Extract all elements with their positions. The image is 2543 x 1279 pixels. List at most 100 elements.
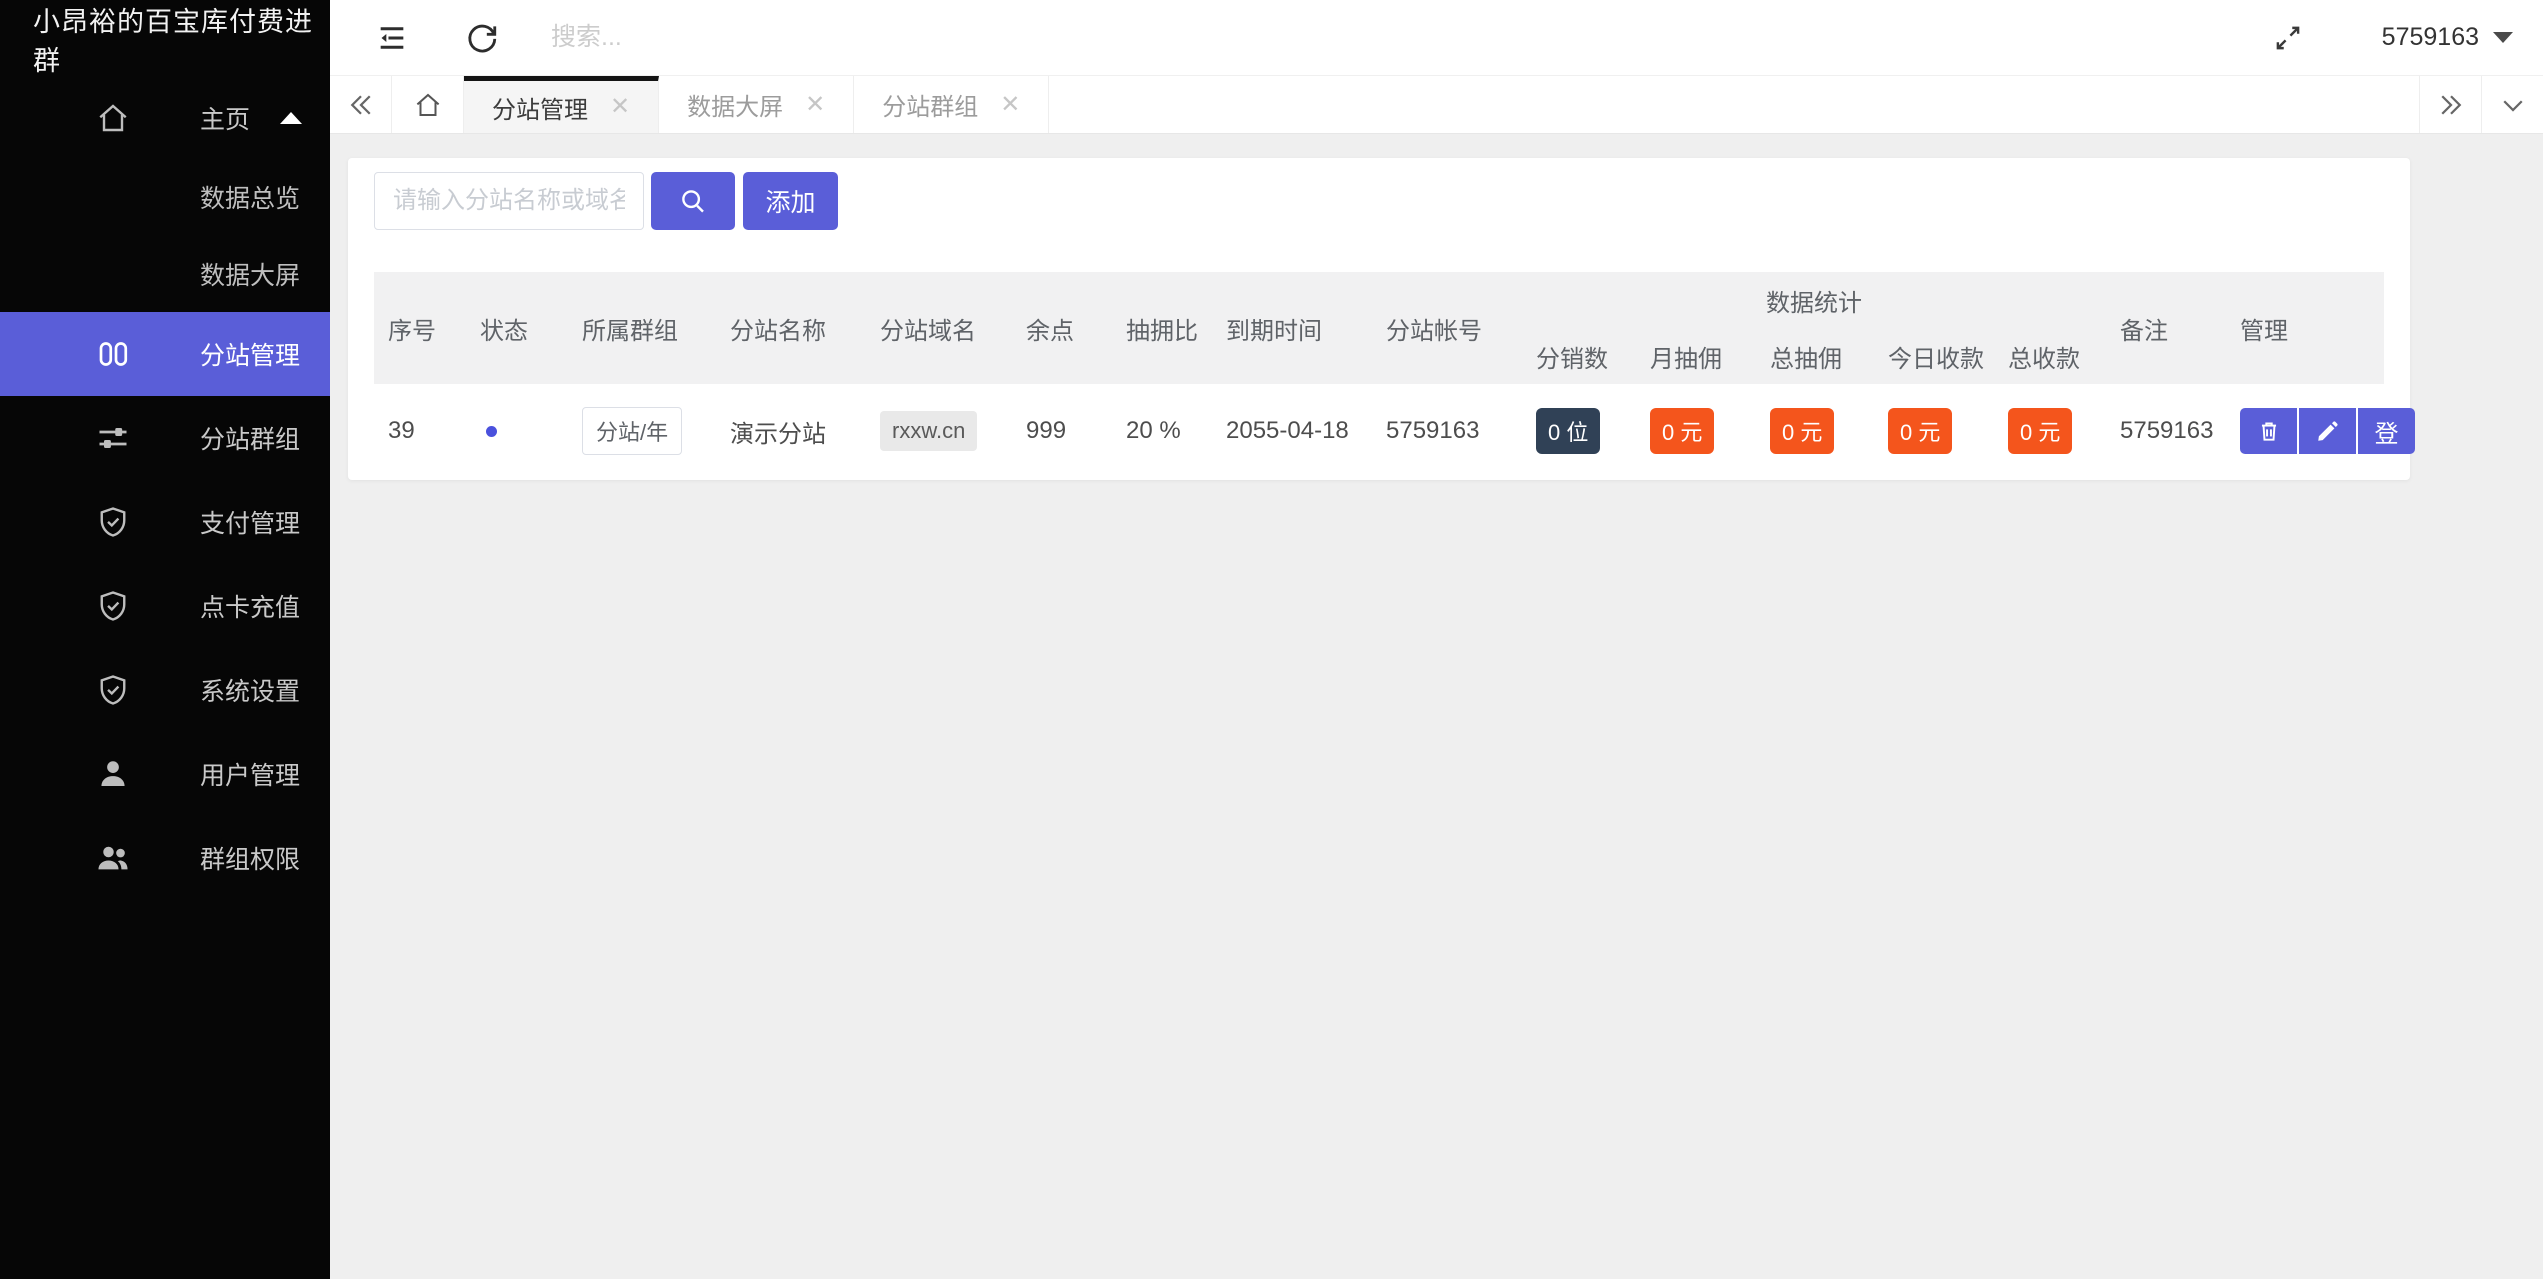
close-icon[interactable]: ✕ [1000, 92, 1020, 117]
pencil-icon [2317, 421, 2338, 441]
refresh-icon[interactable] [465, 21, 499, 55]
tab-site-management[interactable]: 分站管理 ✕ [464, 76, 660, 133]
month-commission-badge: 0 元 [1650, 408, 1715, 454]
sidebar-item-data-screen[interactable]: 数据大屏 [0, 235, 330, 312]
cell-group: 分站/年 [568, 384, 716, 478]
edit-button[interactable] [2299, 408, 2356, 454]
user-menu[interactable]: 5759163 [2382, 23, 2513, 52]
sidebar-item-label: 用户管理 [200, 762, 301, 790]
domain-tag: rxxw.cn [880, 411, 978, 451]
site-list-card: 添加 序号 状态 所属群组 分站名称 分站域名 余点 抽拥比 到期时间 分站帐号… [348, 158, 2415, 480]
col-header-today-income: 今日收款 [1888, 345, 1984, 373]
cell-account: 5759163 [1386, 417, 1480, 444]
total-income-badge: 0 元 [2008, 408, 2073, 454]
col-header-ratio: 抽拥比 [1126, 317, 1198, 345]
cell-points: 999 [1026, 417, 1067, 444]
cell-expire: 2055-04-18 [1226, 417, 1349, 444]
tab-site-groups[interactable]: 分站群组 ✕ [854, 76, 1050, 133]
shield-check-icon [95, 588, 145, 624]
tab-spacer [1049, 76, 2419, 133]
cell-site-name: 演示分站 [730, 420, 826, 448]
col-header-remark: 备注 [2120, 317, 2168, 345]
sliders-icon [95, 420, 145, 456]
sidebar-item-label: 分站管理 [200, 342, 301, 370]
sidebar-item-home[interactable]: 主页 [0, 78, 330, 158]
table-header: 序号 状态 所属群组 分站名称 分站域名 余点 抽拥比 到期时间 分站帐号 数据… [374, 272, 2384, 384]
caret-down-icon [2493, 32, 2513, 43]
sidebar-item-site-management[interactable]: 分站管理 [0, 312, 330, 396]
delete-button[interactable] [2240, 408, 2297, 454]
menu-fold-icon[interactable] [375, 21, 409, 55]
cell-remark: 5759163 [2120, 417, 2214, 444]
site-search-input[interactable] [374, 172, 644, 230]
add-button[interactable]: 添加 [743, 172, 838, 230]
cell-ratio: 20 % [1126, 417, 1181, 444]
login-button[interactable]: 登 [2358, 408, 2415, 454]
username: 5759163 [2381, 23, 2479, 51]
today-income-badge: 0 元 [1888, 408, 1953, 454]
col-header-month-commission: 月抽佣 [1650, 345, 1722, 373]
close-icon[interactable]: ✕ [610, 95, 630, 119]
cell-index: 39 [388, 417, 415, 444]
tab-label: 数据大屏 [687, 94, 784, 121]
sidebar-item-group-permissions[interactable]: 群组权限 [0, 816, 330, 900]
cell-total-income: 0 元 [1994, 384, 2106, 478]
cell-domain: rxxw.cn [866, 384, 1012, 478]
tab-data-screen[interactable]: 数据大屏 ✕ [659, 76, 855, 133]
col-header-group: 所属群组 [582, 317, 678, 345]
sidebar-item-label: 主页 [200, 106, 251, 134]
status-dot [486, 425, 497, 437]
sidebar-item-label: 数据总览 [200, 184, 301, 213]
sidebar-item-label: 数据大屏 [200, 261, 301, 290]
main-content: 添加 序号 状态 所属群组 分站名称 分站域名 余点 抽拥比 到期时间 分站帐号… [330, 134, 2543, 1279]
close-icon[interactable]: ✕ [805, 92, 825, 117]
col-header-total-commission: 总抽佣 [1770, 345, 1842, 373]
group-tag: 分站/年 [582, 407, 683, 455]
sidebar-item-label: 系统设置 [200, 678, 301, 706]
sidebar-item-payment-management[interactable]: 支付管理 [0, 480, 330, 564]
columns-chart-icon [95, 336, 145, 372]
col-header-distributors: 分销数 [1536, 345, 1608, 373]
cell-distributors: 0 位 [1522, 384, 1636, 478]
table-row: 39 分站/年 演示分站 rxxw.cn 999 20 % 2055-04-18… [374, 384, 2415, 478]
tab-label: 分站群组 [882, 94, 979, 121]
distributors-badge: 0 位 [1536, 408, 1601, 454]
col-header-total-income: 总收款 [2008, 345, 2080, 373]
tabs-scroll-right-button[interactable] [2419, 76, 2481, 133]
col-header-account: 分站帐号 [1386, 317, 1482, 345]
sidebar-item-label: 群组权限 [200, 846, 301, 874]
row-actions: 登 [2240, 408, 2415, 454]
col-header-expire: 到期时间 [1226, 317, 1322, 345]
toolbar: 添加 [374, 172, 2384, 230]
col-header-site-name: 分站名称 [730, 317, 826, 345]
sidebar-item-label: 支付管理 [200, 510, 301, 538]
cell-month-commission: 0 元 [1636, 384, 1756, 478]
search-button[interactable] [651, 172, 735, 230]
tabs-scroll-left-button[interactable] [330, 76, 392, 133]
fullscreen-icon[interactable] [2272, 22, 2304, 54]
search-icon [682, 190, 704, 213]
sidebar-item-label: 点卡充值 [200, 594, 301, 622]
user-icon [95, 756, 145, 792]
sidebar-item-user-management[interactable]: 用户管理 [0, 732, 330, 816]
shield-check-icon [95, 672, 145, 708]
global-search-input[interactable] [551, 23, 971, 52]
col-header-manage: 管理 [2240, 317, 2288, 345]
tab-bar: 分站管理 ✕ 数据大屏 ✕ 分站群组 ✕ [330, 76, 2543, 134]
sidebar-item-card-recharge[interactable]: 点卡充值 [0, 564, 330, 648]
sidebar-item-system-settings[interactable]: 系统设置 [0, 648, 330, 732]
sidebar-item-site-groups[interactable]: 分站群组 [0, 396, 330, 480]
col-header-points: 余点 [1026, 317, 1074, 345]
cell-status [466, 384, 568, 478]
shield-check-icon [95, 504, 145, 540]
tab-label: 分站管理 [492, 96, 588, 124]
app-title: 小昂裕的百宝库付费进群 [33, 7, 313, 76]
users-icon [95, 840, 145, 876]
col-header-index: 序号 [388, 317, 436, 345]
home-tab-button[interactable] [392, 76, 464, 133]
cell-total-commission: 0 元 [1756, 384, 1874, 478]
sidebar-item-data-overview[interactable]: 数据总览 [0, 158, 330, 235]
col-header-stats-group: 数据统计 [1766, 289, 1862, 317]
tabs-menu-button[interactable] [2481, 76, 2543, 133]
col-header-status: 状态 [480, 317, 528, 345]
